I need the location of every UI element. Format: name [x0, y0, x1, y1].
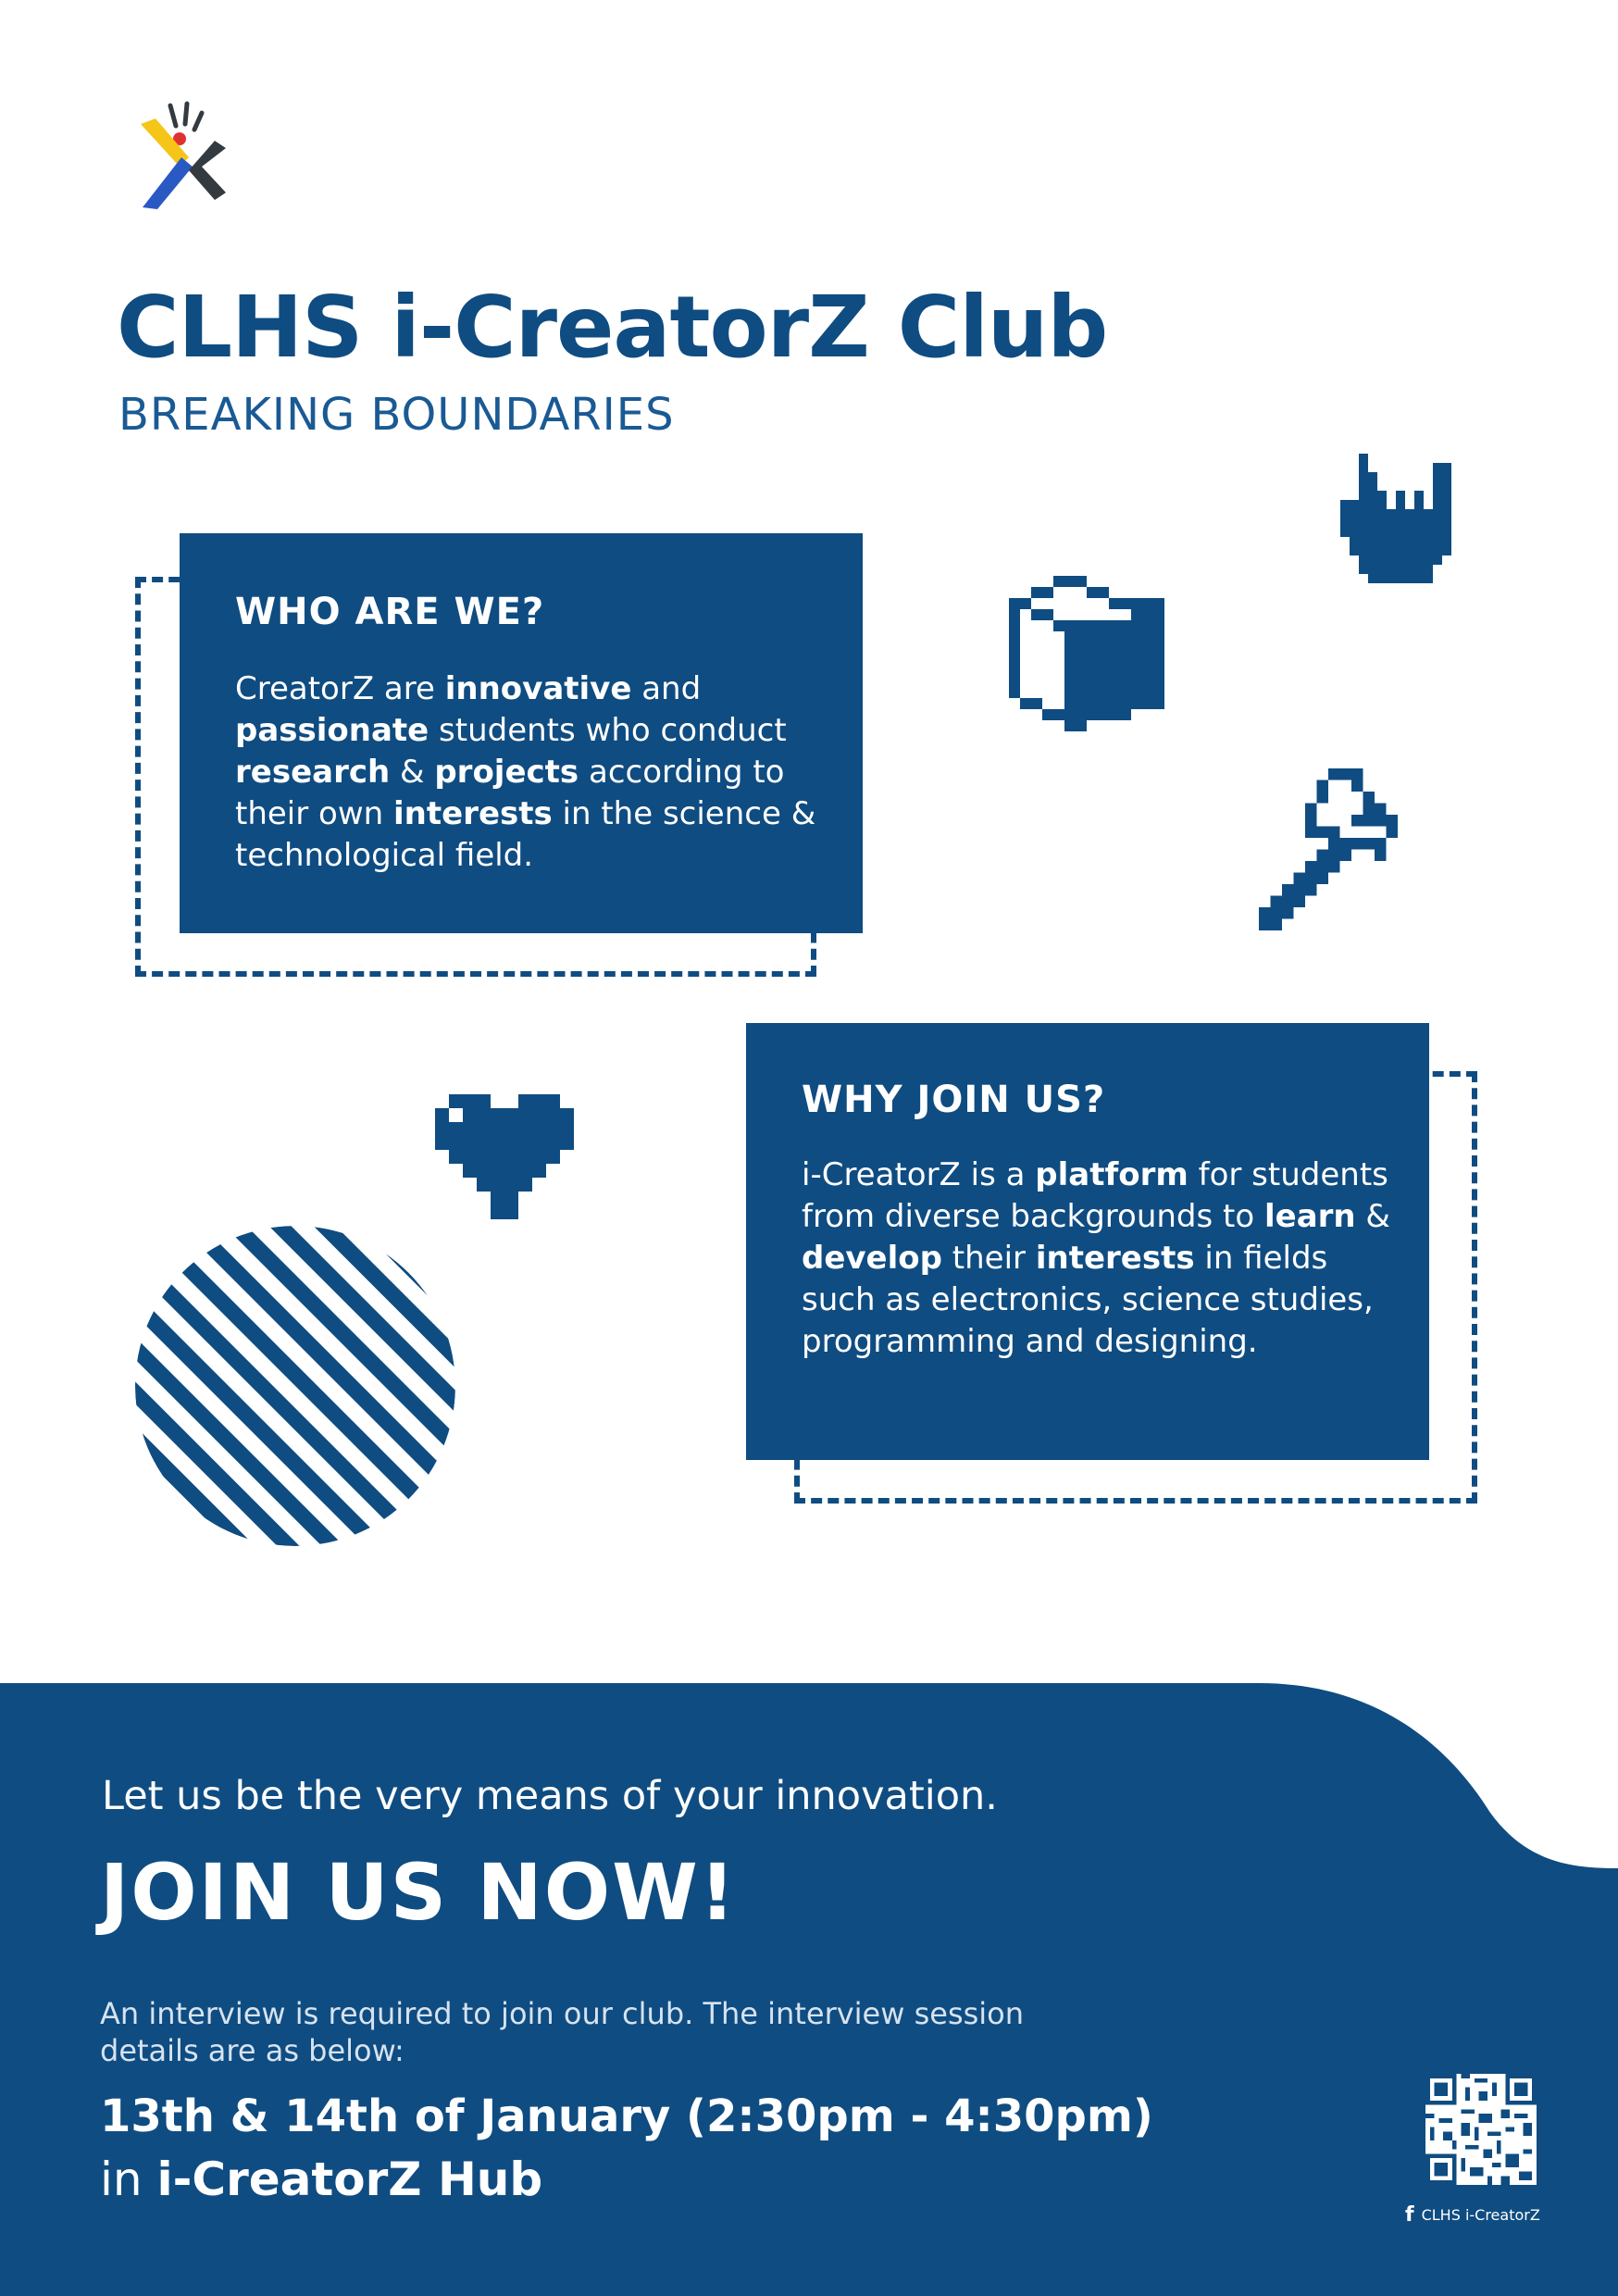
emphasis-text: innovative — [444, 670, 632, 707]
qr-code-icon[interactable] — [1425, 2074, 1537, 2185]
facebook-label: CLHS i-CreatorZ — [1421, 2206, 1540, 2224]
striped-circle-icon — [135, 1226, 455, 1546]
emphasis-text: platform — [1035, 1156, 1189, 1193]
interview-date: 13th & 14th of January (2:30pm - 4:30pm) — [100, 2090, 1153, 2142]
page-title: CLHS i-CreatorZ Club — [117, 278, 1108, 377]
rock-hand-icon — [1340, 454, 1451, 583]
emphasis-text: develop — [802, 1240, 942, 1277]
who-body: CreatorZ are innovative and passionate s… — [235, 668, 816, 877]
facebook-handle[interactable]: f CLHS i-CreatorZ — [1405, 2203, 1540, 2227]
who-card: WHO ARE WE? CreatorZ are innovative and … — [180, 533, 863, 933]
interview-note: An interview is required to join our clu… — [100, 1996, 1025, 2068]
body-text: their — [941, 1240, 1036, 1277]
interview-place: in i-CreatorZ Hub — [100, 2152, 542, 2206]
emphasis-text: interests — [1035, 1240, 1195, 1277]
place-name: i-CreatorZ Hub — [156, 2152, 543, 2206]
emphasis-text: learn — [1263, 1198, 1356, 1235]
who-heading: WHO ARE WE? — [235, 591, 545, 633]
why-card: WHY JOIN US? i-CreatorZ is a platform fo… — [746, 1023, 1429, 1460]
body-text: and — [631, 670, 702, 707]
page-subtitle: BREAKING BOUNDARIES — [118, 389, 675, 441]
join-now-heading: JOIN US NOW! — [100, 1847, 738, 1938]
place-prefix: in — [100, 2152, 157, 2206]
heart-icon — [435, 1094, 574, 1219]
emphasis-text: research — [235, 754, 391, 791]
emphasis-text: passionate — [235, 712, 429, 749]
body-text: CreatorZ are — [235, 670, 445, 707]
body-text: & — [390, 754, 435, 791]
wrench-icon — [1259, 768, 1398, 930]
body-text: students who conduct — [429, 712, 787, 749]
body-text: & — [1355, 1198, 1390, 1235]
facebook-icon: f — [1405, 2203, 1414, 2227]
logo-icon — [141, 101, 226, 209]
footer-tagline: Let us be the very means of your innovat… — [102, 1773, 998, 1819]
emphasis-text: interests — [393, 795, 553, 832]
body-text: i-CreatorZ is a — [802, 1156, 1036, 1193]
cube-icon — [1009, 576, 1164, 731]
why-heading: WHY JOIN US? — [802, 1079, 1106, 1121]
emphasis-text: projects — [434, 754, 579, 791]
why-body: i-CreatorZ is a platform for students fr… — [802, 1154, 1392, 1363]
